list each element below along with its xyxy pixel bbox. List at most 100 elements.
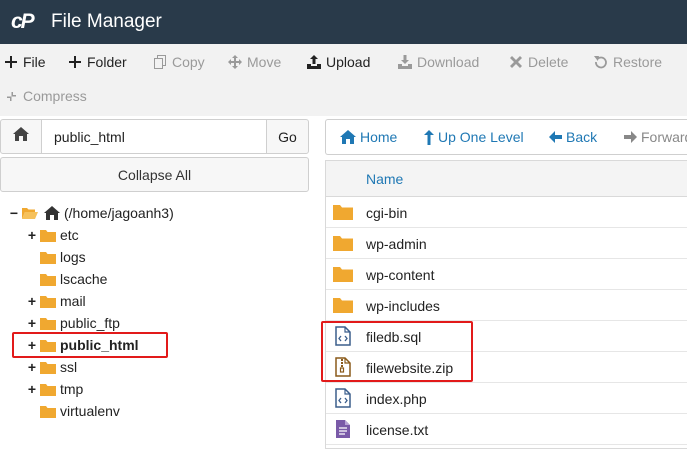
folder-icon — [40, 383, 56, 396]
copy-icon — [153, 55, 167, 69]
highlight-box-files — [321, 321, 473, 382]
tree-item-label: lscache — [60, 271, 108, 287]
folder-button[interactable]: Folder — [68, 48, 127, 76]
file-row-wp-content[interactable]: wp-content — [326, 259, 687, 290]
file-name: index.php — [366, 391, 427, 407]
move-button[interactable]: Move — [228, 48, 281, 76]
tree-root-label: (/home/jagoanh3) — [64, 205, 174, 221]
tree-item-label: tmp — [60, 381, 84, 397]
delete-button[interactable]: Delete — [509, 48, 568, 76]
file-name: cgi-bin — [366, 205, 408, 221]
nav-home-button[interactable]: Home — [340, 120, 397, 154]
nav-forward-button[interactable]: Forward — [624, 120, 687, 154]
tree-item-label: logs — [60, 249, 86, 265]
upload-button[interactable]: Upload — [307, 48, 370, 76]
file-row-wp-admin[interactable]: wp-admin — [326, 228, 687, 259]
plus-icon — [4, 55, 18, 69]
folder-button-label: Folder — [87, 54, 127, 70]
copy-button[interactable]: Copy — [153, 48, 205, 76]
compress-button[interactable]: Compress — [4, 82, 87, 110]
tree-item-mail[interactable]: + mail — [26, 290, 86, 312]
tree-item-label: virtualenv — [60, 403, 120, 419]
tree-item-public-ftp[interactable]: + public_ftp — [26, 312, 120, 334]
compress-button-label: Compress — [23, 88, 87, 104]
path-input[interactable] — [41, 119, 267, 154]
folder-open-icon — [22, 207, 38, 220]
expand-toggle-icon[interactable]: + — [26, 293, 38, 309]
home-path-button[interactable] — [0, 119, 42, 154]
file-list: Name cgi-bin wp-admin wp-content wp-incl… — [325, 160, 687, 449]
file-button[interactable]: File — [4, 48, 46, 76]
download-icon — [398, 55, 412, 69]
file-name: wp-content — [366, 267, 435, 283]
file-name: wp-admin — [366, 236, 427, 252]
folder-icon — [40, 361, 56, 374]
tree-root[interactable]: − (/home/jagoanh3) — [8, 202, 174, 224]
restore-button-label: Restore — [613, 54, 663, 70]
file-button-label: File — [23, 54, 46, 70]
file-nav-bar: Home Up One Level Back Forward — [325, 119, 687, 155]
level-up-icon — [424, 129, 434, 145]
folder-icon — [40, 251, 56, 264]
home-icon — [340, 130, 356, 144]
upload-button-label: Upload — [326, 54, 371, 70]
toolbar: File Folder Copy Move Upload Download De… — [0, 44, 687, 116]
nav-home-label: Home — [360, 129, 398, 145]
app-header: cP File Manager — [0, 0, 687, 44]
folder-icon — [40, 295, 56, 308]
tree-item-ssl[interactable]: + ssl — [26, 356, 77, 378]
column-header-name[interactable]: Name — [366, 171, 403, 187]
file-row-wp-includes[interactable]: wp-includes — [326, 290, 687, 321]
folder-icon — [40, 229, 56, 242]
file-row-cgi-bin[interactable]: cgi-bin — [326, 197, 687, 228]
folder-icon — [332, 201, 354, 223]
home-icon — [44, 206, 60, 220]
x-icon — [509, 55, 523, 69]
file-list-header: Name — [326, 161, 687, 197]
nav-back-label: Back — [566, 129, 598, 145]
expand-toggle-icon[interactable]: + — [26, 381, 38, 397]
tree-item-label: etc — [60, 227, 79, 243]
nav-up-one-level-button[interactable]: Up One Level — [424, 120, 524, 154]
page-title: File Manager — [51, 11, 162, 32]
folder-icon — [332, 263, 354, 285]
folder-icon — [40, 273, 56, 286]
tree-item-label: public_ftp — [60, 315, 120, 331]
expand-toggle-icon[interactable]: + — [26, 359, 38, 375]
tree-item-etc[interactable]: + etc — [26, 224, 79, 246]
download-button-label: Download — [417, 54, 480, 70]
arrow-left-icon — [549, 131, 562, 143]
plus-icon — [68, 55, 82, 69]
tree-item-virtualenv[interactable]: virtualenv — [26, 400, 120, 422]
compress-icon — [4, 89, 18, 103]
delete-button-label: Delete — [528, 54, 569, 70]
tree-item-label: ssl — [60, 359, 78, 375]
file-row-license-txt[interactable]: license.txt — [326, 414, 687, 445]
file-name: license.txt — [366, 422, 429, 438]
arrow-right-icon — [624, 131, 637, 143]
collapse-all-button[interactable]: Collapse All — [0, 157, 309, 192]
tree-item-tmp[interactable]: + tmp — [26, 378, 83, 400]
nav-forward-label: Forward — [641, 129, 687, 145]
upload-icon — [307, 55, 321, 69]
tree-item-logs[interactable]: logs — [26, 246, 86, 268]
go-button[interactable]: Go — [266, 119, 309, 154]
expand-toggle-icon[interactable]: + — [26, 227, 38, 243]
folder-icon — [332, 232, 354, 254]
folder-icon — [40, 317, 56, 330]
expand-toggle-icon[interactable]: + — [26, 315, 38, 331]
file-name: wp-includes — [366, 298, 440, 314]
nav-up-label: Up One Level — [438, 129, 524, 145]
code-file-icon — [332, 387, 354, 409]
move-arrows-icon — [228, 55, 242, 69]
tree-item-lscache[interactable]: lscache — [26, 268, 107, 290]
nav-back-button[interactable]: Back — [549, 120, 597, 154]
file-row-index-php[interactable]: index.php — [326, 383, 687, 414]
text-file-icon — [332, 418, 354, 440]
folder-icon — [40, 405, 56, 418]
restore-button[interactable]: Restore — [594, 48, 662, 76]
download-button[interactable]: Download — [398, 48, 479, 76]
move-button-label: Move — [247, 54, 282, 70]
cpanel-logo[interactable]: cP — [11, 10, 41, 33]
collapse-toggle-icon[interactable]: − — [8, 205, 20, 221]
